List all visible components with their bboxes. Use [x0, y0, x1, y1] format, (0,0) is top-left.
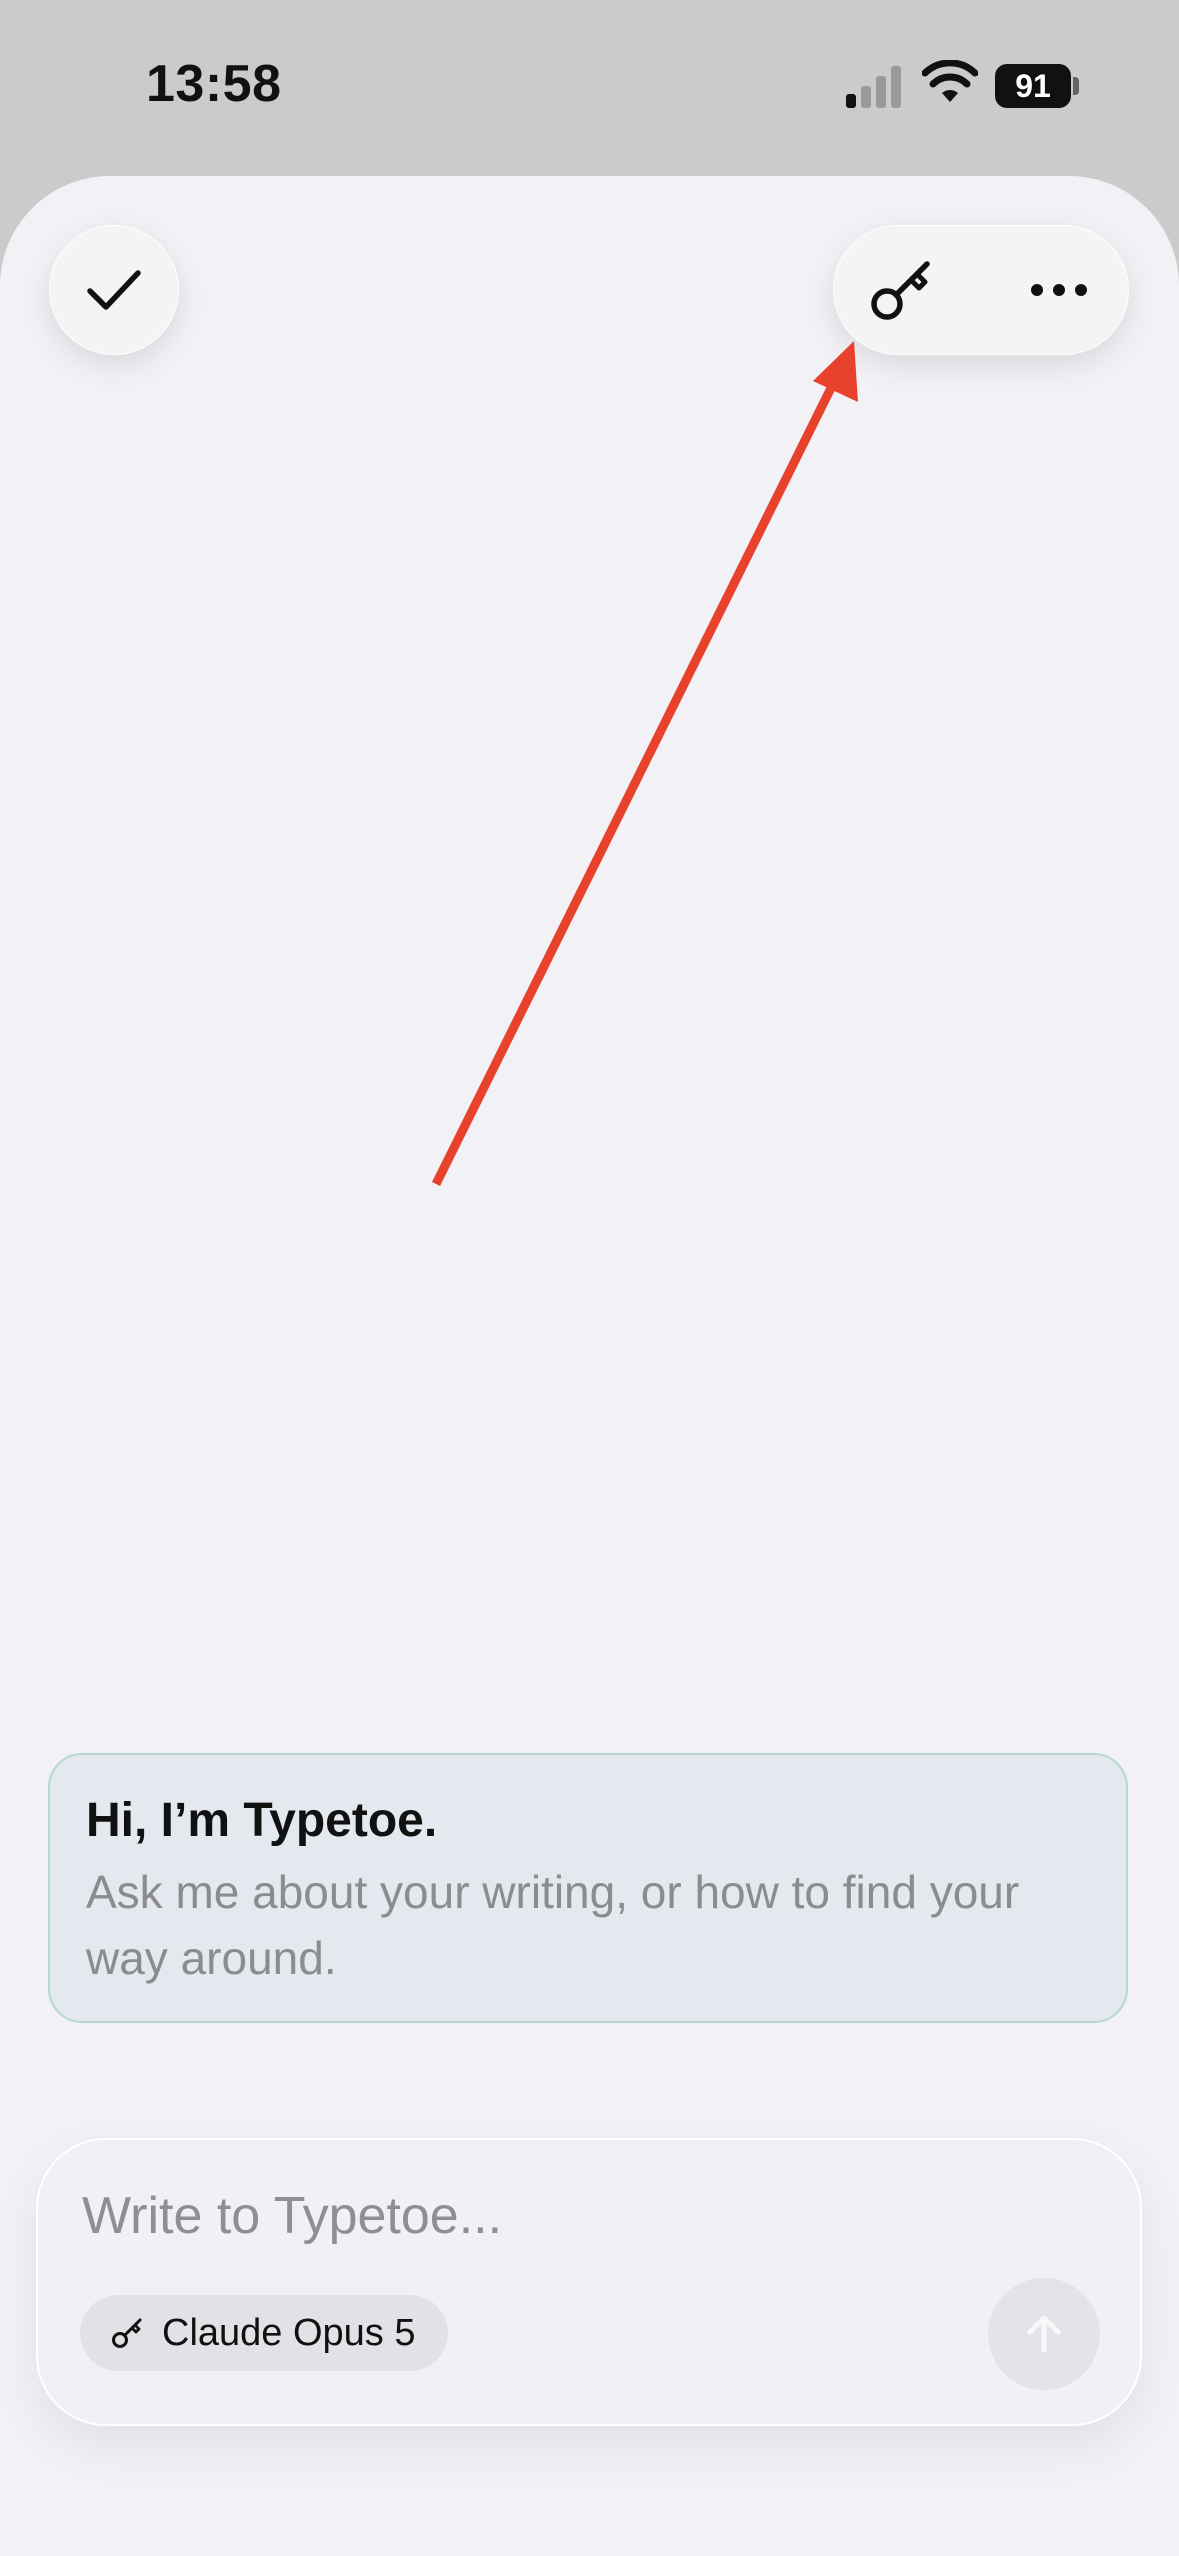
done-button[interactable]	[49, 225, 179, 355]
more-button[interactable]	[1009, 240, 1109, 340]
battery-level: 91	[995, 64, 1071, 108]
greeting-title: Hi, I’m Typetoe.	[86, 1794, 438, 1847]
message-input[interactable]	[80, 2180, 984, 2252]
wifi-icon	[922, 60, 978, 102]
signal-icon	[846, 66, 901, 108]
model-label: Claude Opus 5	[162, 2311, 416, 2354]
greeting-body: Ask me about your writing, or how to fin…	[86, 1866, 1020, 1984]
toolbar-actions	[833, 225, 1129, 355]
battery-icon: 91	[995, 64, 1079, 108]
key-icon	[112, 2318, 142, 2348]
greeting-card: Hi, I’m Typetoe. Ask me about your writi…	[48, 1753, 1128, 2023]
ellipsis-icon	[1031, 284, 1087, 296]
model-selector[interactable]: Claude Opus 5	[80, 2295, 448, 2371]
key-button[interactable]	[853, 240, 953, 340]
arrow-up-icon	[1027, 2315, 1061, 2353]
message-composer: Claude Opus 5	[36, 2138, 1142, 2426]
app-screen: 13:58 91 Hi, I’m Typetoe. Ask me about y…	[0, 0, 1179, 2556]
checkmark-icon	[87, 270, 141, 310]
status-time: 13:58	[146, 55, 282, 113]
key-icon	[871, 261, 930, 320]
battery-tip	[1073, 77, 1079, 95]
send-button[interactable]	[988, 2278, 1100, 2390]
